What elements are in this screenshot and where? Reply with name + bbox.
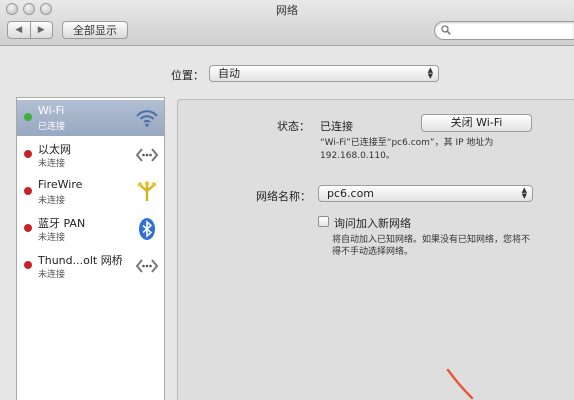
service-item-ethernet[interactable]: 以太网 未连接 [17, 137, 164, 173]
popup-arrows-icon: ▲ ▼ [427, 66, 433, 80]
status-value: 已连接 [320, 120, 353, 133]
service-name: Thund...olt 网桥 [38, 254, 123, 267]
service-status: 未连接 [38, 196, 66, 206]
bluetooth-icon [139, 218, 155, 240]
status-dot [24, 150, 32, 158]
service-item-thunderbolt-bridge[interactable]: Thund...olt 网桥 未连接 [17, 248, 164, 284]
status-dot [24, 113, 32, 121]
search-icon [441, 25, 451, 35]
status-description: “Wi-Fi”已连接至“pc6.com”，其 IP 地址为 [320, 138, 494, 148]
service-name: 以太网 [38, 143, 71, 156]
back-forward-group: ◀ ▶ [7, 21, 53, 39]
show-all-button[interactable]: 全部显示 [62, 21, 128, 39]
network-name-value: pc6.com [327, 187, 375, 200]
search-input[interactable] [434, 21, 574, 40]
service-status: 未连接 [38, 270, 66, 280]
network-service-list: Wi-Fi 已连接 以太网 未连接 FireWire 未连接 蓝牙 PAN 未连… [16, 97, 165, 400]
turn-off-wifi-button[interactable]: 关闭 Wi-Fi [421, 114, 532, 132]
service-name: Wi-Fi [38, 104, 65, 117]
status-dot [24, 261, 32, 269]
window-title: 网络 [276, 4, 298, 17]
status-label: 状态： [277, 120, 310, 133]
service-name: FireWire [38, 178, 83, 191]
location-select[interactable]: 自动 ▲ ▼ [209, 65, 439, 82]
ask-join-label: 询问加入新网络 [334, 217, 411, 230]
status-dot [24, 187, 32, 195]
service-status: 未连接 [38, 233, 66, 243]
thunderbolt-bridge-icon [135, 259, 159, 273]
ask-join-description-2: 得不手动选择网络。 [332, 247, 414, 257]
service-item-wifi[interactable]: Wi-Fi 已连接 [17, 100, 164, 136]
ethernet-icon [135, 148, 159, 162]
back-button[interactable]: ◀ [8, 22, 30, 38]
location-label: 位置： [171, 69, 204, 82]
forward-button[interactable]: ▶ [29, 22, 53, 38]
window-toolbar: 网络 ◀ ▶ 全部显示 [0, 0, 574, 46]
service-status: 未连接 [38, 159, 66, 169]
wifi-icon [136, 110, 158, 127]
network-name-label: 网络名称： [256, 190, 311, 203]
annotation-arrow-icon [446, 368, 474, 400]
popup-arrows-icon: ▲ ▼ [521, 186, 527, 200]
network-name-select[interactable]: pc6.com ▲ ▼ [318, 185, 533, 202]
status-dot [24, 224, 32, 232]
service-status: 已连接 [38, 122, 66, 132]
ask-join-checkbox[interactable] [318, 216, 329, 227]
service-item-bluetooth-pan[interactable]: 蓝牙 PAN 未连接 [17, 211, 164, 247]
service-item-firewire[interactable]: FireWire 未连接 [17, 174, 164, 210]
service-name: 蓝牙 PAN [38, 217, 86, 230]
ip-address-text: 192.168.0.110。 [320, 151, 395, 161]
firewire-icon [137, 181, 157, 201]
ask-join-description: 将自动加入已知网络。如果没有已知网络，您将不 [332, 235, 531, 245]
location-value: 自动 [218, 67, 240, 80]
